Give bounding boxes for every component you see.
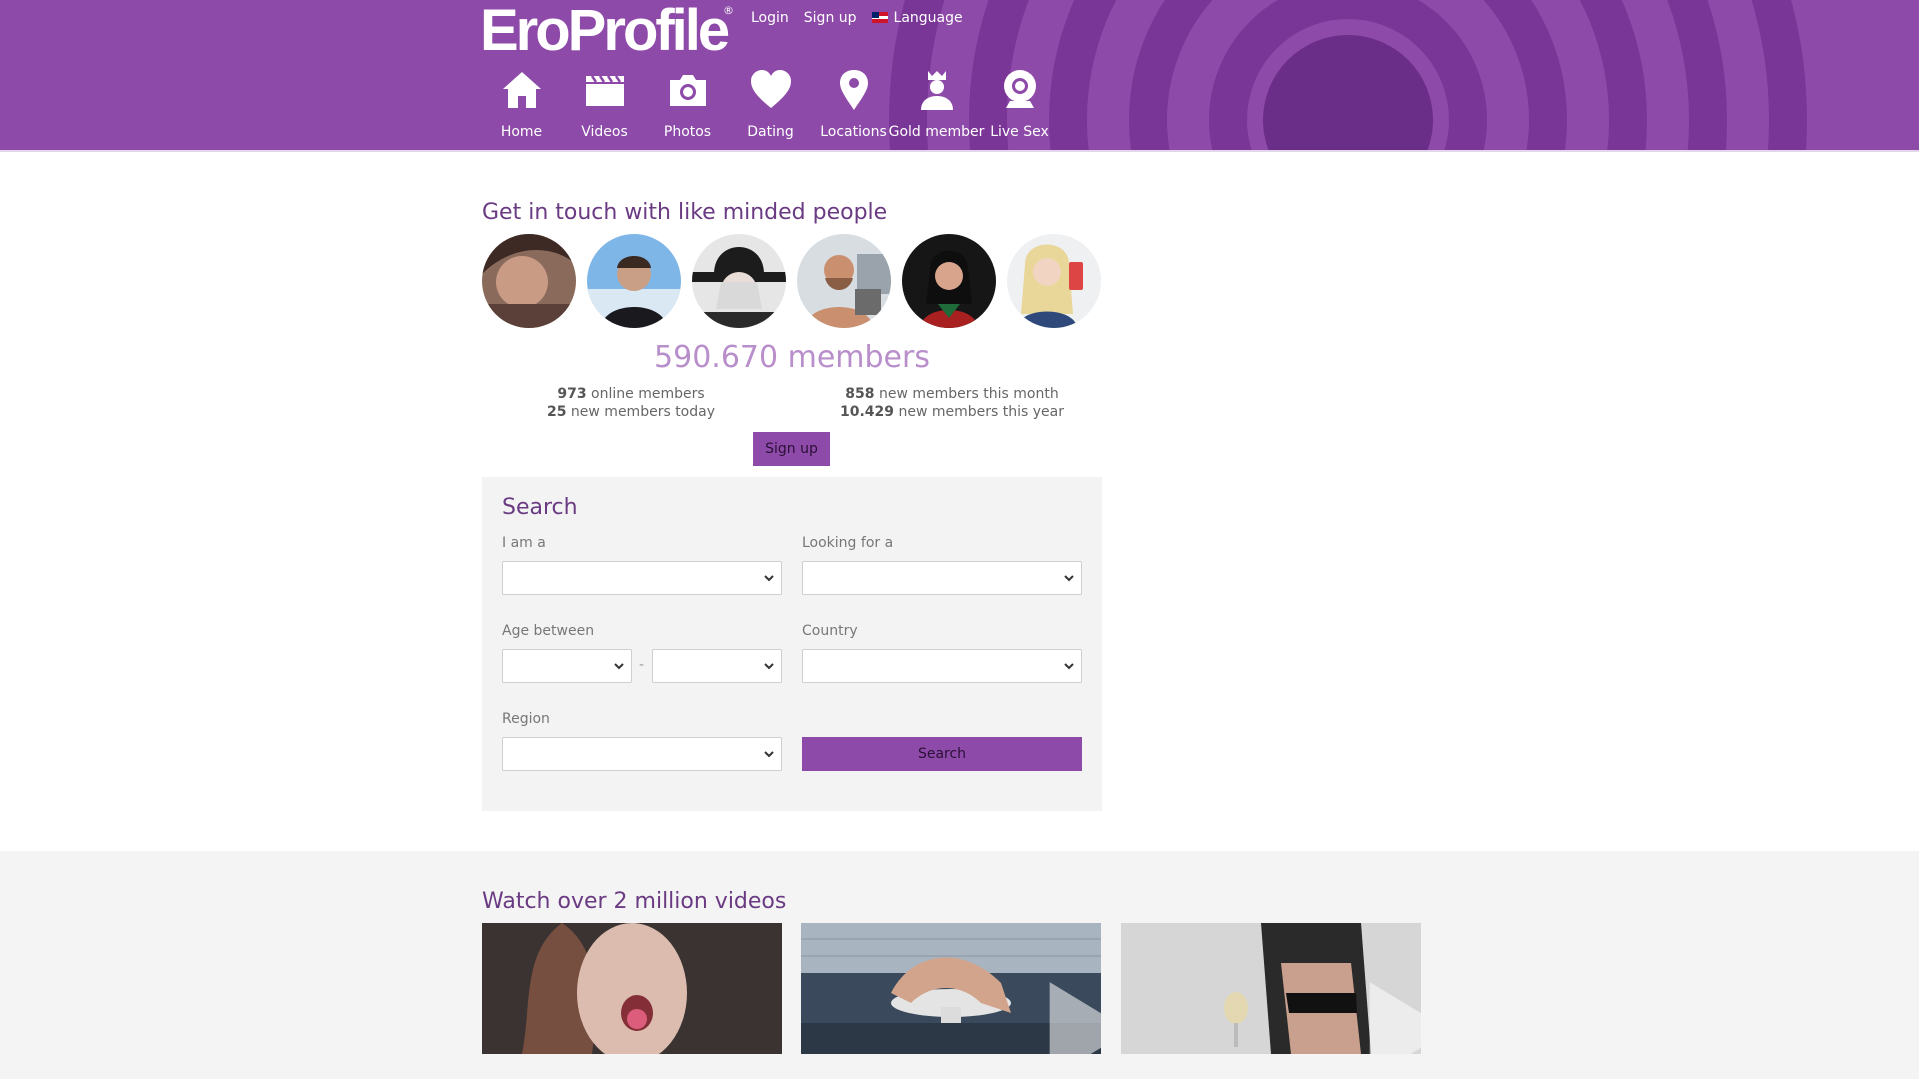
chevron-down-icon	[764, 575, 774, 582]
year-text: new members this year	[894, 404, 1064, 420]
nav-gold-member[interactable]: Gold member	[889, 68, 984, 140]
video-thumbnail[interactable]	[1121, 923, 1421, 1054]
today-count: 25	[546, 404, 567, 420]
camera-icon	[669, 75, 706, 106]
stats-right: 858 new members this month 10.429 new me…	[820, 385, 1084, 421]
avatar-photo-5	[902, 234, 996, 328]
play-icon	[1369, 982, 1421, 1054]
age-between-label: Age between	[502, 623, 595, 639]
uk-flag-icon	[871, 12, 888, 23]
webcam-icon	[1003, 70, 1036, 108]
search-panel: Search I am a Looking for a Age between …	[482, 477, 1102, 811]
chevron-down-icon	[1064, 663, 1074, 670]
main-nav: Home Videos Photos Dating Locations Gold…	[480, 68, 1061, 140]
nav-live-sex-label: Live Sex	[990, 124, 1049, 140]
online-text: online members	[586, 386, 705, 402]
country-label: Country	[802, 623, 858, 639]
nav-locations-label: Locations	[820, 124, 887, 140]
heart-icon	[750, 70, 791, 108]
map-pin-icon	[839, 70, 868, 110]
signup-link[interactable]: Sign up	[804, 10, 857, 26]
video-thumbnail[interactable]	[801, 923, 1101, 1054]
videos-title: Watch over 2 million videos	[482, 889, 787, 914]
avatar[interactable]	[1007, 234, 1101, 328]
age-dash: -	[639, 657, 645, 673]
age-max-select[interactable]	[652, 649, 782, 683]
nav-home-label: Home	[500, 124, 543, 140]
region-label: Region	[502, 711, 550, 727]
avatar-row	[482, 234, 1101, 328]
avatar-photo-2	[587, 234, 681, 328]
nav-dating[interactable]: Dating	[729, 68, 812, 140]
nav-home[interactable]: Home	[480, 68, 563, 140]
online-members-stat: 973 online members	[520, 385, 742, 403]
search-title: Search	[502, 495, 578, 520]
avatar[interactable]	[902, 234, 996, 328]
language-link[interactable]: Language	[871, 10, 963, 26]
i-am-select[interactable]	[502, 561, 782, 595]
year-count: 10.429	[840, 404, 895, 420]
avatar[interactable]	[692, 234, 786, 328]
avatar-photo-4	[797, 234, 891, 328]
nav-videos[interactable]: Videos	[563, 68, 646, 140]
avatar[interactable]	[587, 234, 681, 328]
members-total: 590.670 members	[654, 340, 930, 375]
nav-dating-label: Dating	[747, 124, 794, 140]
today-members-stat: 25 new members today	[520, 403, 742, 421]
signup-button[interactable]: Sign up	[753, 432, 830, 466]
avatar-photo-3	[692, 234, 786, 328]
login-link[interactable]: Login	[751, 10, 789, 26]
chevron-down-icon	[1064, 575, 1074, 582]
looking-for-label: Looking for a	[802, 535, 894, 551]
nav-live-sex[interactable]: Live Sex	[978, 68, 1061, 140]
chevron-down-icon	[764, 663, 774, 670]
top-links: Login Sign up Language	[751, 10, 963, 26]
community-title: Get in touch with like minded people	[482, 200, 888, 225]
nav-videos-label: Videos	[581, 124, 628, 140]
year-members-stat: 10.429 new members this year	[820, 403, 1084, 421]
looking-for-select[interactable]	[802, 561, 1082, 595]
avatar[interactable]	[482, 234, 576, 328]
avatar-photo-6	[1007, 234, 1101, 328]
age-min-select[interactable]	[502, 649, 632, 683]
video-thumbnail[interactable]	[482, 923, 782, 1054]
nav-locations[interactable]: Locations	[812, 68, 895, 140]
avatar-photo-1	[482, 234, 576, 328]
month-members-stat: 858 new members this month	[820, 385, 1084, 403]
i-am-label: I am a	[502, 535, 546, 551]
site-logo[interactable]: EroProfile	[480, 2, 730, 60]
nav-gold-member-label: Gold member	[888, 124, 985, 140]
nav-photos[interactable]: Photos	[646, 68, 729, 140]
month-text: new members this month	[874, 386, 1059, 402]
nav-photos-label: Photos	[663, 124, 712, 140]
chevron-down-icon	[764, 751, 774, 758]
video-thumb-image-1	[482, 923, 782, 1054]
region-select[interactable]	[502, 737, 782, 771]
today-text: new members today	[566, 404, 715, 420]
online-count: 973	[557, 386, 587, 402]
home-icon	[502, 72, 541, 108]
clapperboard-icon	[585, 75, 624, 106]
chevron-down-icon	[614, 663, 624, 670]
stats-left: 973 online members 25 new members today	[520, 385, 742, 421]
search-button[interactable]: Search	[802, 737, 1082, 771]
language-label: Language	[893, 10, 963, 26]
site-header: EroProfile ® Login Sign up Language Home…	[0, 0, 1919, 152]
country-select[interactable]	[802, 649, 1082, 683]
crown-user-icon	[920, 71, 953, 110]
month-count: 858	[845, 386, 875, 402]
avatar[interactable]	[797, 234, 891, 328]
play-icon	[1049, 982, 1101, 1054]
registered-mark: ®	[723, 4, 734, 17]
